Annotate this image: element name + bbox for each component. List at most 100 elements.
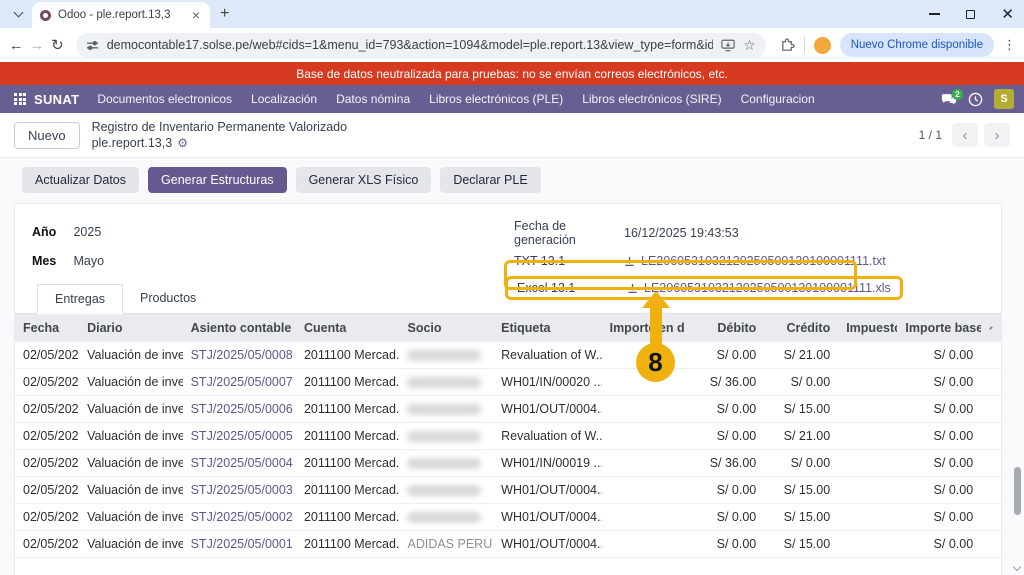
activities-clock-icon[interactable] — [968, 92, 983, 107]
mes-value[interactable]: Mayo — [73, 254, 104, 268]
control-panel: Nuevo Registro de Inventario Permanente … — [0, 113, 1024, 157]
txt-download-link[interactable]: LE2060531032120250500130100001111.txt — [624, 254, 886, 268]
nav-menu-item[interactable]: Localización — [251, 92, 317, 106]
col-socio[interactable]: Socio — [399, 314, 493, 342]
socio-redacted-blur — [407, 458, 481, 469]
cell-importe-base: S/ 0.00 — [897, 342, 981, 369]
cell-asiento-link[interactable]: STJ/2025/05/0003 — [183, 477, 296, 504]
socio-redacted-blur — [407, 431, 481, 442]
table-row[interactable]: 02/05/2025 Valuación de inve... STJ/2025… — [15, 504, 1001, 531]
cell-asiento-link[interactable]: STJ/2025/05/0006 — [183, 396, 296, 423]
bookmark-star-icon[interactable]: ☆ — [743, 37, 756, 54]
cell-diario: Valuación de inve... — [79, 504, 183, 531]
cell-fecha: 02/05/2025 — [15, 504, 79, 531]
declarar-ple-button[interactable]: Declarar PLE — [440, 167, 540, 193]
profile-avatar[interactable] — [814, 37, 831, 54]
cell-asiento-link[interactable]: STJ/2025/05/0004 — [183, 450, 296, 477]
cell-debito: S/ 0.00 — [685, 342, 764, 369]
address-bar[interactable]: democontable17.solse.pe/web#cids=1&menu_… — [76, 33, 766, 58]
cell-asiento-link[interactable]: STJ/2025/05/0008 — [183, 342, 296, 369]
cell-credito: S/ 21.00 — [764, 423, 838, 450]
col-asiento[interactable]: Asiento contable — [183, 314, 296, 342]
scrollbar-down-icon[interactable] — [1013, 563, 1021, 571]
apps-grid-icon[interactable] — [14, 93, 26, 105]
cell-asiento-link[interactable]: STJ/2025/05/0005 — [183, 423, 296, 450]
anio-value[interactable]: 2025 — [73, 225, 101, 239]
col-credito[interactable]: Crédito — [764, 314, 838, 342]
tab-productos[interactable]: Productos — [123, 284, 213, 314]
cell-asiento-link[interactable]: STJ/2025/05/0001 — [183, 531, 296, 558]
generar-xls-fisico-button[interactable]: Generar XLS Físico — [296, 167, 432, 193]
col-diario[interactable]: Diario — [79, 314, 183, 342]
cell-impuesto — [838, 477, 897, 504]
cell-etiqueta: WH01/OUT/0004... — [493, 504, 601, 531]
browser-menu-icon[interactable]: ⋮ — [1003, 37, 1016, 53]
nav-menu-item[interactable]: Datos nómina — [336, 92, 410, 106]
tab-entregas[interactable]: Entregas — [37, 284, 123, 314]
cell-etiqueta: WH01/OUT/0004... — [493, 477, 601, 504]
form-actions: Actualizar Datos Generar Estructuras Gen… — [0, 157, 1024, 203]
window-minimize-button[interactable] — [929, 13, 940, 15]
tab-close-icon[interactable]: × — [190, 8, 202, 22]
pager-next-button[interactable]: › — [984, 123, 1010, 147]
col-options[interactable] — [981, 314, 1001, 342]
cell-credito: S/ 21.00 — [764, 342, 838, 369]
browser-tab[interactable]: Odoo - ple.report.13,3 × — [32, 2, 210, 28]
col-cuenta[interactable]: Cuenta — [296, 314, 400, 342]
reload-button[interactable]: ↻ — [49, 32, 66, 58]
app-brand[interactable]: SUNAT — [34, 92, 79, 107]
chrome-update-button[interactable]: Nuevo Chrome disponible — [840, 33, 994, 57]
nav-menu-item[interactable]: Libros electrónicos (SIRE) — [582, 92, 721, 106]
fecha-generacion-value: 16/12/2025 19:43:53 — [624, 226, 739, 240]
actualizar-datos-button[interactable]: Actualizar Datos — [22, 167, 139, 193]
socio-redacted-blur — [407, 512, 481, 523]
window-close-button[interactable]: ✕ — [1001, 7, 1014, 22]
col-fecha[interactable]: Fecha — [15, 314, 79, 342]
cell-asiento-link[interactable]: STJ/2025/05/0007 — [183, 369, 296, 396]
user-avatar[interactable]: S — [994, 89, 1014, 109]
col-importe-base[interactable]: Importe base — [897, 314, 981, 342]
cell-diario: Valuación de inve... — [79, 423, 183, 450]
nav-menu-item[interactable]: Configuracion — [741, 92, 815, 106]
breadcrumb-model[interactable]: ple.report.13,3 — [92, 136, 173, 150]
form-sheet: Año 2025 Mes Mayo Fecha de generación 16… — [14, 203, 1002, 575]
column-settings-icon[interactable] — [989, 322, 993, 334]
cell-socio — [399, 504, 493, 531]
tab-search-button[interactable] — [6, 4, 30, 24]
cell-importe-divisa — [602, 450, 686, 477]
table-row[interactable]: 02/05/2025 Valuación de inve... STJ/2025… — [15, 423, 1001, 450]
pager-prev-button[interactable]: ‹ — [952, 123, 978, 147]
nav-menu: Documentos electronicos Localización Datos… — [97, 92, 941, 106]
cell-fecha: 02/05/2025 — [15, 369, 79, 396]
table-row[interactable]: 02/05/2025 Valuación de inve... STJ/2025… — [15, 531, 1001, 558]
col-importe-divisa[interactable]: Importe en di... — [602, 314, 686, 342]
table-row[interactable]: 02/05/2025 Valuación de inve... STJ/2025… — [15, 450, 1001, 477]
site-settings-icon[interactable] — [86, 39, 99, 52]
table-row[interactable]: 02/05/2025 Valuación de inve... STJ/2025… — [15, 369, 1001, 396]
messages-button[interactable]: 2 — [941, 93, 957, 106]
new-record-button[interactable]: Nuevo — [14, 122, 80, 149]
table-row[interactable]: 02/05/2025 Valuación de inve... STJ/2025… — [15, 342, 1001, 369]
install-icon[interactable] — [721, 39, 735, 52]
col-debito[interactable]: Débito — [685, 314, 764, 342]
nav-menu-item[interactable]: Documentos electronicos — [97, 92, 232, 106]
gear-icon[interactable]: ⚙ — [177, 136, 188, 150]
cell-impuesto — [838, 531, 897, 558]
cell-asiento-link[interactable]: STJ/2025/05/0002 — [183, 504, 296, 531]
window-maximize-button[interactable] — [966, 10, 975, 19]
breadcrumb-title[interactable]: Registro de Inventario Permanente Valori… — [92, 120, 347, 136]
forward-button[interactable]: → — [29, 32, 46, 58]
generar-estructuras-button[interactable]: Generar Estructuras — [148, 167, 287, 193]
col-etiqueta[interactable]: Etiqueta — [493, 314, 601, 342]
cell-importe-base: S/ 0.00 — [897, 450, 981, 477]
table-row[interactable]: 02/05/2025 Valuación de inve... STJ/2025… — [15, 396, 1001, 423]
new-tab-button[interactable]: + — [220, 5, 229, 23]
scrollbar-thumb[interactable] — [1014, 467, 1021, 515]
extensions-icon[interactable] — [780, 38, 795, 53]
table-row[interactable]: 02/05/2025 Valuación de inve... STJ/2025… — [15, 477, 1001, 504]
back-button[interactable]: ← — [8, 32, 25, 58]
col-impuesto[interactable]: Impuesto — [838, 314, 897, 342]
cell-fecha: 02/05/2025 — [15, 531, 79, 558]
nav-menu-item[interactable]: Libros electrónicos (PLE) — [429, 92, 563, 106]
cell-etiqueta: WH01/OUT/0004... — [493, 531, 601, 558]
